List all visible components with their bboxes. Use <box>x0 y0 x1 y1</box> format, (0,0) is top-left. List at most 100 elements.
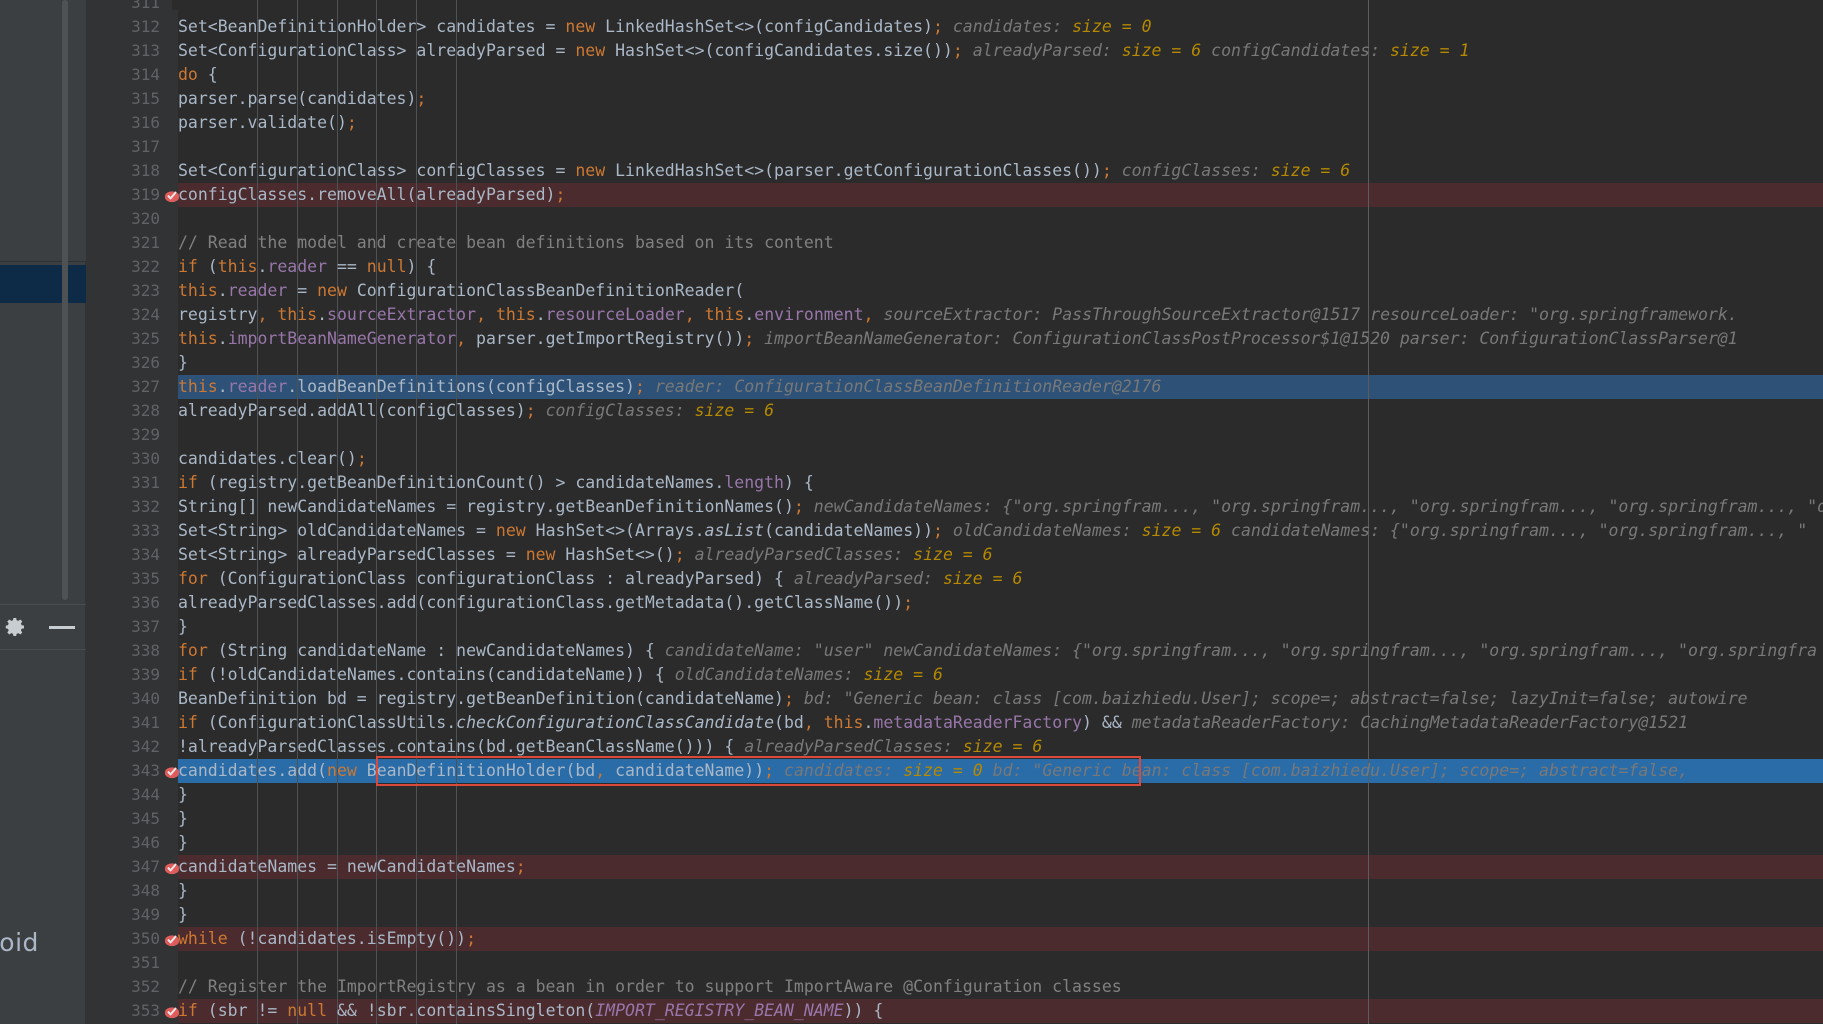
code-line[interactable]: 345 } <box>86 807 1823 831</box>
line-code[interactable]: if (registry.getBeanDefinitionCount() > … <box>178 471 814 495</box>
line-code[interactable]: candidateNames = newCandidateNames; <box>178 855 526 879</box>
line-code[interactable]: do { <box>178 63 218 87</box>
code-line[interactable]: 340 BeanDefinition bd = registry.getBean… <box>86 687 1823 711</box>
line-code[interactable]: } <box>178 783 188 807</box>
code-editor[interactable]: 311 312 Set<BeanDefinitionHolder> candida… <box>86 0 1823 1024</box>
code-line[interactable]: 338 for (String candidateName : newCandi… <box>86 639 1823 663</box>
line-number: 334 <box>131 545 160 564</box>
line-code[interactable]: this.reader.loadBeanDefinitions(configCl… <box>178 375 1162 399</box>
code-line[interactable]: 329 <box>86 423 1823 447</box>
code-line[interactable]: 341 if (ConfigurationClassUtils.checkCon… <box>86 711 1823 735</box>
code-line[interactable]: 313 Set<ConfigurationClass> alreadyParse… <box>86 39 1823 63</box>
code-line[interactable]: 347 candidateNames = newCandidateNames; <box>86 855 1823 879</box>
line-code[interactable]: this.reader = new ConfigurationClassBean… <box>178 279 744 303</box>
line-code[interactable]: candidates.add(new BeanDefinitionHolder(… <box>178 759 1688 783</box>
code-line[interactable]: 335 for (ConfigurationClass configuratio… <box>86 567 1823 591</box>
code-line[interactable]: 339 if (!oldCandidateNames.contains(cand… <box>86 663 1823 687</box>
minimize-icon[interactable] <box>49 625 75 629</box>
line-code[interactable]: this.importBeanNameGenerator, parser.get… <box>178 327 1738 351</box>
line-code[interactable]: for (ConfigurationClass configurationCla… <box>178 567 1022 591</box>
line-code[interactable]: if (this.reader == null) { <box>178 255 436 279</box>
code-line[interactable]: 324 registry, this.sourceExtractor, this… <box>86 303 1823 327</box>
line-number: 339 <box>131 665 160 684</box>
code-line[interactable]: 322 if (this.reader == null) { <box>86 255 1823 279</box>
line-code[interactable]: } <box>178 807 188 831</box>
code-line[interactable]: 327 this.reader.loadBeanDefinitions(conf… <box>86 375 1823 399</box>
line-code[interactable]: alreadyParsed.addAll(configClasses); con… <box>178 399 774 423</box>
line-code[interactable]: } <box>178 903 188 927</box>
code-line[interactable]: 314 do { <box>86 63 1823 87</box>
line-code[interactable]: // Register the ImportRegistry as a bean… <box>178 975 1122 999</box>
line-code[interactable]: if (ConfigurationClassUtils.checkConfigu… <box>178 711 1688 735</box>
line-code[interactable]: if (sbr != null && !sbr.containsSingleto… <box>178 999 883 1023</box>
line-code[interactable]: if (!oldCandidateNames.contains(candidat… <box>178 663 943 687</box>
code-line[interactable]: 326 } <box>86 351 1823 375</box>
line-number: 320 <box>131 209 160 228</box>
code-line[interactable]: 312 Set<BeanDefinitionHolder> candidates… <box>86 15 1823 39</box>
line-number: 353 <box>131 1001 160 1020</box>
code-line[interactable]: 316 parser.validate(); <box>86 111 1823 135</box>
line-code[interactable]: !alreadyParsedClasses.contains(bd.getBea… <box>178 735 1042 759</box>
code-line[interactable]: 320 <box>86 207 1823 231</box>
code-line[interactable]: 344 } <box>86 783 1823 807</box>
left-panel-selected-row[interactable] <box>0 265 86 303</box>
code-line[interactable]: 336 alreadyParsedClasses.add(configurati… <box>86 591 1823 615</box>
line-code[interactable]: Set<String> oldCandidateNames = new Hash… <box>178 519 1807 543</box>
line-number: 324 <box>131 305 160 324</box>
code-line[interactable]: 334 Set<String> alreadyParsedClasses = n… <box>86 543 1823 567</box>
code-line[interactable]: 332 String[] newCandidateNames = registr… <box>86 495 1823 519</box>
code-line[interactable]: 323 this.reader = new ConfigurationClass… <box>86 279 1823 303</box>
line-code[interactable]: registry, this.sourceExtractor, this.res… <box>178 303 1738 327</box>
line-code[interactable]: } <box>178 879 188 903</box>
code-line[interactable]: 349 } <box>86 903 1823 927</box>
left-panel-scrollbar[interactable] <box>62 0 68 600</box>
code-line[interactable]: 321 // Read the model and create bean de… <box>86 231 1823 255</box>
line-code[interactable]: Set<ConfigurationClass> configClasses = … <box>178 159 1350 183</box>
line-code[interactable]: // Read the model and create bean defini… <box>178 231 834 255</box>
line-code[interactable]: BeanDefinition bd = registry.getBeanDefi… <box>178 687 1748 711</box>
line-number: 349 <box>131 905 160 924</box>
code-line[interactable]: 352 // Register the ImportRegistry as a … <box>86 975 1823 999</box>
code-line[interactable]: 337 } <box>86 615 1823 639</box>
line-code[interactable]: for (String candidateName : newCandidate… <box>178 639 1817 663</box>
line-code[interactable]: String[] newCandidateNames = registry.ge… <box>178 495 1823 519</box>
code-line[interactable]: 333 Set<String> oldCandidateNames = new … <box>86 519 1823 543</box>
code-line[interactable]: 311 <box>86 0 1823 15</box>
code-line[interactable]: 350 while (!candidates.isEmpty()); <box>86 927 1823 951</box>
code-line[interactable]: 317 <box>86 135 1823 159</box>
code-line[interactable]: 330 candidates.clear(); <box>86 447 1823 471</box>
line-number: 322 <box>131 257 160 276</box>
code-line[interactable]: 348 } <box>86 879 1823 903</box>
line-code[interactable]: Set<ConfigurationClass> alreadyParsed = … <box>178 39 1469 63</box>
code-line[interactable]: 331 if (registry.getBeanDefinitionCount(… <box>86 471 1823 495</box>
line-code[interactable]: alreadyParsedClasses.add(configurationCl… <box>178 591 913 615</box>
line-code[interactable]: Set<BeanDefinitionHolder> candidates = n… <box>178 15 1152 39</box>
code-line[interactable]: 343 candidates.add(new BeanDefinitionHol… <box>86 759 1823 783</box>
code-line[interactable]: 319 configClasses.removeAll(alreadyParse… <box>86 183 1823 207</box>
line-number: 312 <box>131 17 160 36</box>
line-code[interactable]: Set<String> alreadyParsedClasses = new H… <box>178 543 993 567</box>
code-line[interactable]: 315 parser.parse(candidates); <box>86 87 1823 111</box>
code-line[interactable]: 351 <box>86 951 1823 975</box>
line-code[interactable]: } <box>178 351 188 375</box>
gear-icon[interactable] <box>3 615 27 639</box>
code-line[interactable]: 318 Set<ConfigurationClass> configClasse… <box>86 159 1823 183</box>
code-line[interactable]: 346 } <box>86 831 1823 855</box>
line-number: 326 <box>131 353 160 372</box>
code-line[interactable]: 353 if (sbr != null && !sbr.containsSing… <box>86 999 1823 1023</box>
line-number: 323 <box>131 281 160 300</box>
line-code[interactable]: parser.parse(candidates); <box>178 87 426 111</box>
line-code[interactable]: configClasses.removeAll(alreadyParsed); <box>178 183 565 207</box>
line-code[interactable]: candidates.clear(); <box>178 447 367 471</box>
line-number: 330 <box>131 449 160 468</box>
line-code[interactable]: } <box>178 831 188 855</box>
code-line[interactable]: 325 this.importBeanNameGenerator, parser… <box>86 327 1823 351</box>
line-code[interactable]: while (!candidates.isEmpty()); <box>178 927 476 951</box>
line-code[interactable]: } <box>178 615 188 639</box>
line-number: 341 <box>131 713 160 732</box>
code-line[interactable]: 328 alreadyParsed.addAll(configClasses);… <box>86 399 1823 423</box>
line-number: 335 <box>131 569 160 588</box>
code-lines-container[interactable]: 311 312 Set<BeanDefinitionHolder> candida… <box>86 0 1823 1024</box>
code-line[interactable]: 342 !alreadyParsedClasses.contains(bd.ge… <box>86 735 1823 759</box>
line-code[interactable]: parser.validate(); <box>178 111 357 135</box>
